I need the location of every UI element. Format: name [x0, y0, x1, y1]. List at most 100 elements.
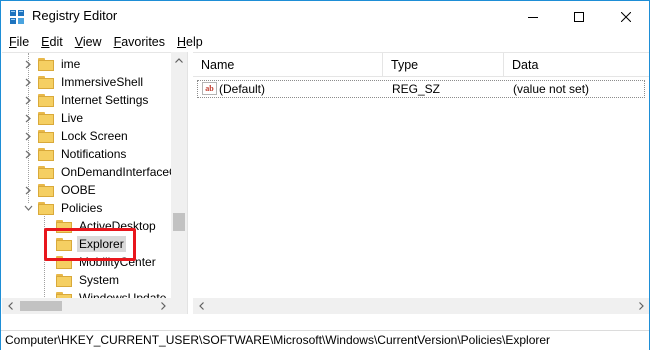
tree-item-label: Notifications — [61, 147, 127, 161]
maximize-button[interactable] — [556, 1, 602, 32]
window-title: Registry Editor — [32, 8, 118, 23]
tree-item-label: ImmersiveShell — [61, 75, 144, 89]
table-row[interactable]: ab (Default) REG_SZ (value not set) — [197, 80, 645, 98]
chevron-right-icon[interactable] — [22, 58, 34, 70]
folder-icon — [38, 147, 54, 161]
tree-item[interactable]: Notifications — [22, 145, 128, 163]
menu-file[interactable]: File — [3, 32, 35, 52]
menu-view-accel: V — [74, 35, 83, 49]
menu-favorites[interactable]: Favorites — [108, 32, 171, 52]
tree-item-label: System — [79, 273, 120, 287]
tree-item-label: Live — [61, 111, 84, 125]
menu-edit-accel: E — [41, 35, 50, 49]
tree-item-label: Explorer — [77, 236, 126, 252]
tree-item-label: OnDemandInterfaceC — [61, 165, 178, 179]
menu-bar: File Edit View Favorites Help — [1, 32, 649, 52]
tree-item-label: Policies — [61, 201, 103, 215]
value-name: (Default) — [219, 82, 266, 96]
chevron-right-icon[interactable] — [22, 184, 34, 196]
menu-file-label: ile — [16, 35, 30, 49]
title-bar[interactable]: Registry Editor — [1, 1, 649, 32]
scroll-thumb[interactable] — [173, 213, 185, 231]
tree-item[interactable]: ImmersiveShell — [22, 73, 145, 91]
scroll-left-button[interactable] — [193, 298, 209, 314]
column-header-data[interactable]: Data — [504, 53, 649, 77]
tree-item[interactable]: OOBE — [22, 181, 98, 199]
folder-icon — [38, 111, 54, 125]
scroll-up-button[interactable] — [171, 52, 187, 68]
minimize-button[interactable] — [510, 1, 556, 32]
list-horizontal-scrollbar[interactable] — [193, 298, 649, 314]
scroll-left-button[interactable] — [2, 298, 18, 314]
registry-key-tree[interactable]: ime ImmersiveShell Internet Settings Live Lo… — [2, 52, 187, 314]
menu-view[interactable]: View — [69, 32, 108, 52]
menu-edit[interactable]: Edit — [35, 32, 69, 52]
folder-icon — [56, 219, 72, 233]
registry-editor-window: Registry Editor File Edit View Favorites… — [0, 0, 650, 350]
scrollbar-corner — [171, 298, 187, 314]
menu-help[interactable]: Help — [171, 32, 209, 52]
registry-values-list[interactable]: Name Type Data ab (Default) REG_SZ (valu… — [193, 52, 649, 314]
chevron-right-icon — [160, 302, 166, 310]
value-data: (value not set) — [513, 82, 590, 96]
close-button[interactable] — [603, 1, 649, 32]
folder-icon — [38, 201, 54, 215]
tree-vertical-scrollbar[interactable] — [171, 52, 187, 314]
tree-horizontal-scrollbar[interactable] — [2, 298, 171, 314]
menu-favorites-label: avorites — [121, 35, 166, 49]
chevron-left-icon — [7, 302, 13, 310]
tree-item[interactable]: ActiveDesktop — [40, 217, 158, 235]
maximize-icon — [574, 11, 584, 22]
chevron-right-icon[interactable] — [22, 76, 34, 88]
scroll-right-button[interactable] — [633, 298, 649, 314]
chevron-left-icon — [198, 302, 204, 310]
menu-edit-label: dit — [49, 35, 63, 49]
tree-item[interactable]: ime — [22, 55, 82, 73]
folder-icon — [56, 255, 72, 269]
chevron-right-icon[interactable] — [22, 94, 34, 106]
chevron-right-icon[interactable] — [22, 130, 34, 142]
string-value-icon: ab — [202, 82, 217, 95]
tree-item[interactable]: OnDemandInterfaceC — [22, 163, 180, 181]
chevron-right-icon[interactable] — [22, 148, 34, 160]
tree-item[interactable]: Live — [22, 109, 85, 127]
tree-item-label: Internet Settings — [61, 93, 149, 107]
chevron-right-icon — [638, 302, 644, 310]
folder-icon — [38, 165, 54, 179]
folder-icon — [38, 75, 54, 89]
tree-item-label: ime — [61, 57, 81, 71]
tree-item[interactable]: Explorer — [40, 235, 126, 253]
scroll-thumb[interactable] — [20, 301, 62, 311]
tree-item[interactable]: System — [40, 271, 121, 289]
close-icon — [621, 11, 631, 22]
folder-icon — [56, 273, 72, 287]
tree-item-label: Lock Screen — [61, 129, 128, 143]
tree-item-label: ActiveDesktop — [79, 219, 156, 233]
folder-icon — [38, 129, 54, 143]
value-type: REG_SZ — [392, 82, 441, 96]
tree-item-label: OOBE — [61, 183, 96, 197]
scroll-right-button[interactable] — [155, 298, 171, 314]
menu-help-accel: H — [177, 35, 187, 49]
tree-item[interactable]: Lock Screen — [22, 127, 130, 145]
column-header-name[interactable]: Name — [193, 53, 383, 77]
tree-item[interactable]: MobilityCenter — [40, 253, 158, 271]
minimize-icon — [528, 16, 538, 18]
folder-icon — [56, 237, 72, 251]
menu-help-label: elp — [186, 35, 203, 49]
tree-item[interactable]: Internet Settings — [22, 91, 150, 109]
folder-icon — [38, 57, 54, 71]
tree-item-label: MobilityCenter — [79, 255, 156, 269]
menu-view-label: iew — [82, 35, 102, 49]
chevron-right-icon[interactable] — [22, 112, 34, 124]
column-header-type[interactable]: Type — [383, 53, 504, 77]
tree-item[interactable]: Policies — [22, 199, 104, 217]
chevron-up-icon — [175, 57, 183, 63]
menu-file-accel: F — [9, 35, 17, 49]
status-bar-path: Computer\HKEY_CURRENT_USER\SOFTWARE\Micr… — [1, 330, 649, 350]
folder-icon — [38, 183, 54, 197]
chevron-down-icon[interactable] — [22, 202, 34, 214]
